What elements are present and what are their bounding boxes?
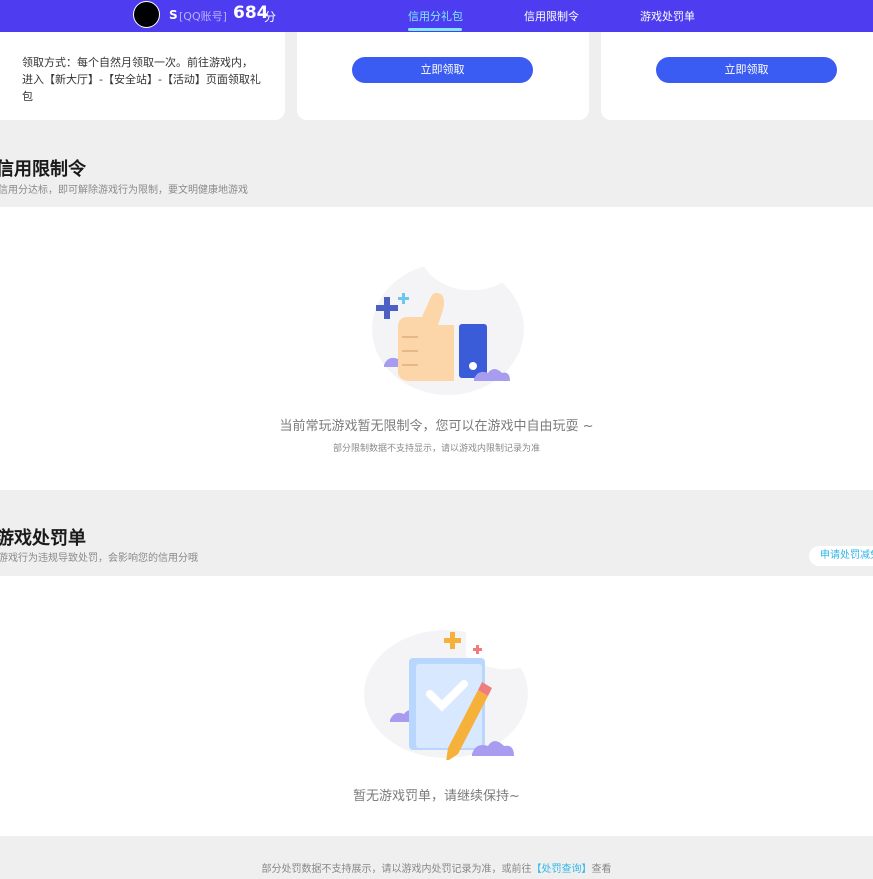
checklist-pencil-illustration-icon xyxy=(364,616,528,760)
username: S xyxy=(169,8,178,22)
restriction-note: 部分限制数据不支持显示，请以游戏内限制记录为准 xyxy=(332,444,540,454)
top-bar: S [QQ账号] 684 分 信用分礼包 信用限制令 游戏处罚单 xyxy=(0,0,873,32)
gift-card-2: 立即领取 xyxy=(297,32,589,120)
thumbs-up-illustration-icon xyxy=(372,258,524,395)
penalty-panel: 暂无游戏罚单，请继续保持~ xyxy=(0,576,873,836)
section-title-penalty: 游戏处罚单 xyxy=(0,528,86,549)
account-type: [QQ账号] xyxy=(179,10,227,23)
tab-game-penalty[interactable]: 游戏处罚单 xyxy=(640,8,695,24)
footer-text: 部分处罚数据不支持展示，请以游戏内处罚记录为准，或前往 xyxy=(261,864,532,875)
active-tab-indicator xyxy=(408,28,462,31)
tab-credit-restriction[interactable]: 信用限制令 xyxy=(524,8,579,24)
restriction-panel: 当前常玩游戏暂无限制令，您可以在游戏中自由玩耍 ~ 部分限制数据不支持显示，请以… xyxy=(0,207,873,490)
penalty-query-link[interactable]: 【处罚查询】 xyxy=(532,864,592,875)
gift-card-3: 立即领取 xyxy=(601,32,873,120)
claim-button[interactable]: 立即领取 xyxy=(352,57,533,83)
avatar[interactable] xyxy=(133,1,160,28)
section-subtitle-restriction: 信用分达标，即可解除游戏行为限制，要文明健康地游戏 xyxy=(0,185,248,196)
footer-text-after: 查看 xyxy=(591,864,612,875)
tab-credit-gift[interactable]: 信用分礼包 xyxy=(408,8,463,24)
footer-note: 部分处罚数据不支持展示，请以游戏内处罚记录为准，或前往【处罚查询】查看 xyxy=(0,860,873,875)
penalty-empty-text: 暂无游戏罚单，请继续保持~ xyxy=(353,789,520,804)
claim-button[interactable]: 立即领取 xyxy=(656,57,837,83)
restriction-empty-text: 当前常玩游戏暂无限制令，您可以在游戏中自由玩耍 ~ xyxy=(279,419,594,434)
section-subtitle-penalty: 游戏行为违规导致处罚，会影响您的信用分哦 xyxy=(0,553,198,564)
gift-card-1: 领取方式：每个自然月领取一次。前往游戏内，进入【新大厅】-【安全站】-【活动】页… xyxy=(0,32,285,120)
apply-penalty-reduction-button[interactable]: 申请处罚减免 xyxy=(809,546,873,566)
credit-score-unit: 分 xyxy=(264,10,277,24)
gift-claim-description: 领取方式：每个自然月领取一次。前往游戏内，进入【新大厅】-【安全站】-【活动】页… xyxy=(22,56,261,103)
section-title-restriction: 信用限制令 xyxy=(0,159,86,180)
